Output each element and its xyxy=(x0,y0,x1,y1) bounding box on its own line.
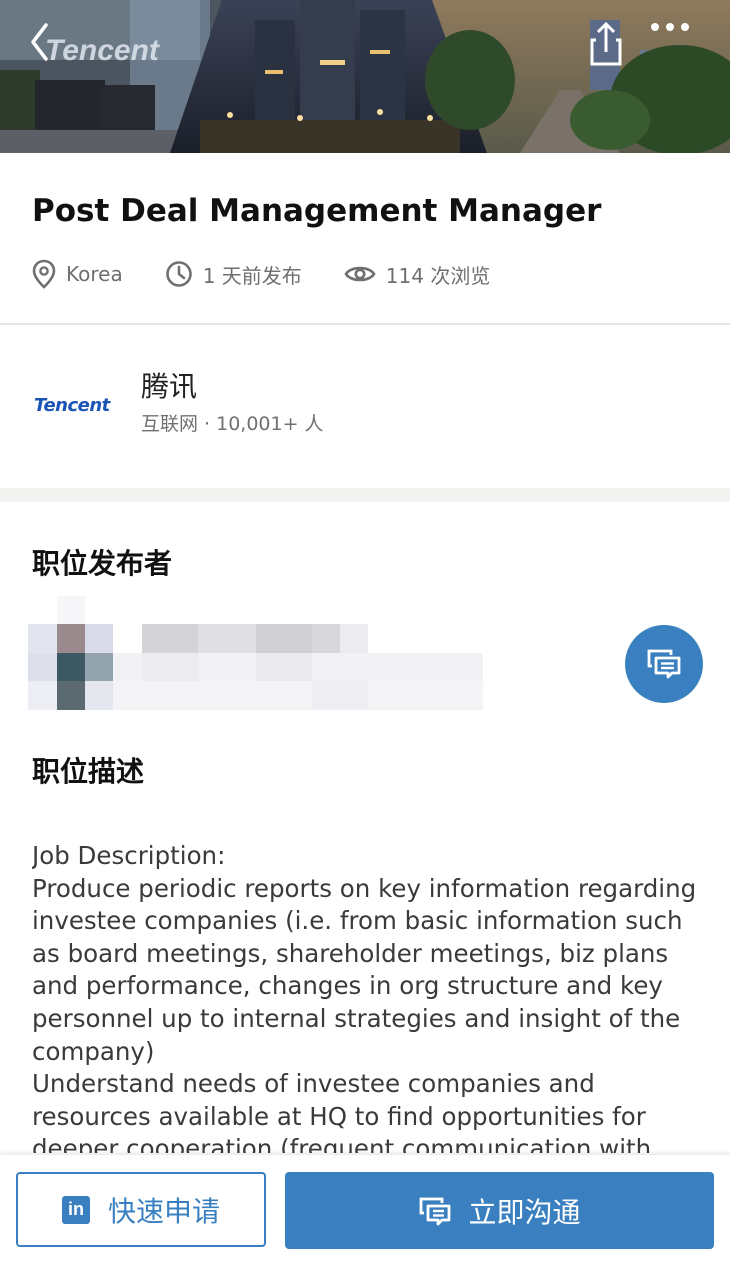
poster-profile[interactable] xyxy=(28,596,708,711)
quick-apply-button[interactable]: in 快速申请 xyxy=(16,1172,266,1247)
job-meta: Korea 1 天前发布 114 次浏览 xyxy=(32,256,532,292)
share-button[interactable] xyxy=(588,22,638,72)
more-button[interactable] xyxy=(650,22,700,72)
section-separator xyxy=(0,488,730,502)
posted-meta: 1 天前发布 xyxy=(165,260,302,289)
linkedin-icon: in xyxy=(61,1195,90,1224)
views-text: 114 次浏览 xyxy=(385,263,491,288)
posted-text: 1 天前发布 xyxy=(202,263,302,288)
company-industry-size: 互联网 · 10,001+ 人 xyxy=(141,413,324,435)
chat-now-button[interactable]: 立即沟通 xyxy=(285,1172,714,1249)
more-horizontal-icon xyxy=(651,23,689,31)
views-meta: 114 次浏览 xyxy=(344,260,491,289)
company-name: 腾讯 xyxy=(141,370,198,403)
header-image: Tencent xyxy=(0,0,730,153)
location-meta: Korea xyxy=(32,259,123,289)
clock-icon xyxy=(165,261,192,287)
location-pin-icon xyxy=(32,259,56,289)
share-icon xyxy=(590,22,622,66)
poster-heading: 职位发布者 xyxy=(32,547,173,580)
message-poster-button[interactable] xyxy=(625,625,703,703)
company-logo: Tencent xyxy=(34,395,110,416)
back-button[interactable] xyxy=(28,22,78,72)
chat-now-label: 立即沟通 xyxy=(468,1195,581,1229)
job-description-text: Job Description: Produce periodic report… xyxy=(32,841,697,1153)
company-card[interactable]: Tencent 腾讯 互联网 · 10,001+ 人 xyxy=(0,325,730,488)
location-text: Korea xyxy=(66,262,123,286)
job-header: Post Deal Management Manager Korea 1 天前发… xyxy=(0,153,730,323)
chevron-left-icon xyxy=(31,23,48,61)
message-icon xyxy=(420,1197,451,1225)
eye-icon xyxy=(344,266,376,282)
quick-apply-label: 快速申请 xyxy=(107,1194,220,1228)
job-title: Post Deal Management Manager xyxy=(32,193,602,229)
description-heading: 职位描述 xyxy=(32,755,145,788)
action-bar: in 快速申请 立即沟通 xyxy=(0,1155,730,1265)
message-icon xyxy=(647,649,681,679)
